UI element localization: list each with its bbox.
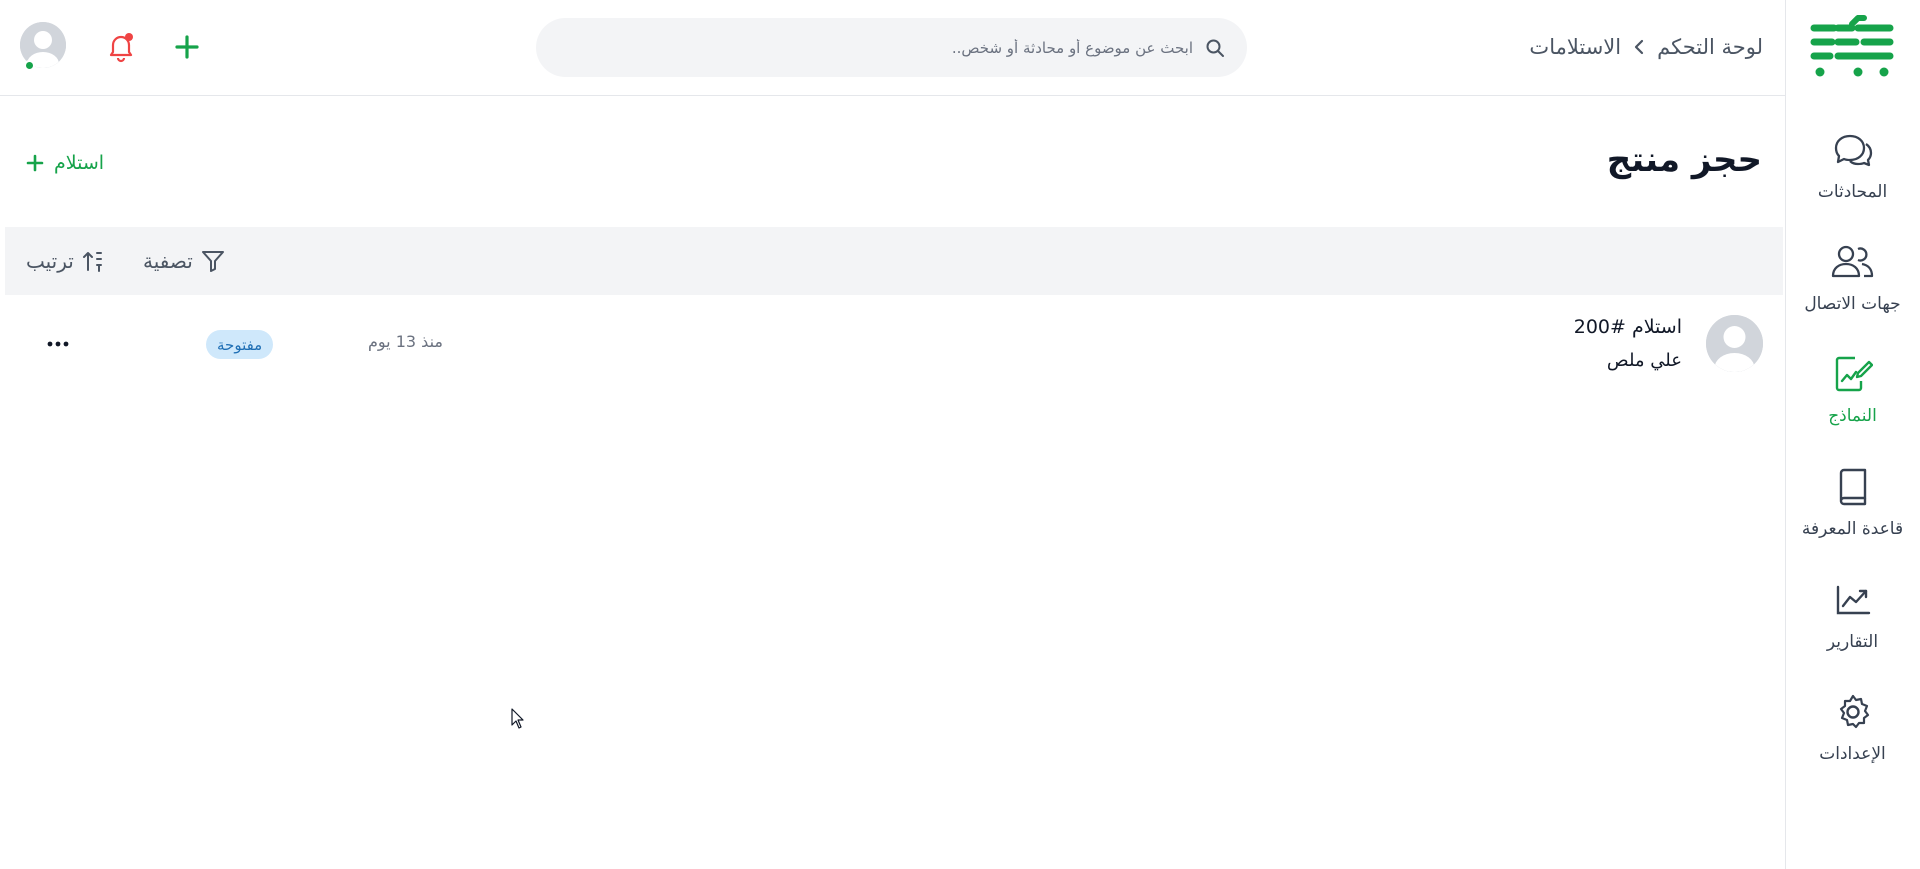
sidebar-item-label: النماذج xyxy=(1828,406,1877,426)
gear-icon xyxy=(1831,690,1875,734)
sidebar-item-knowledge-base[interactable]: قاعدة المعرفة xyxy=(1785,465,1920,565)
plus-icon xyxy=(175,35,199,59)
search-bar xyxy=(536,18,1247,77)
row-title[interactable]: استلام #200 xyxy=(1574,316,1682,338)
sidebar-item-label: الإعدادات xyxy=(1819,744,1886,764)
form-edit-icon xyxy=(1831,352,1875,396)
page-title: حجز منتج xyxy=(1606,140,1762,180)
top-bar: لوحة التحكم الاستلامات xyxy=(0,0,1785,96)
breadcrumb-root[interactable]: لوحة التحكم xyxy=(1657,35,1763,59)
add-button-label: استلام xyxy=(54,152,105,174)
brand-logo[interactable] xyxy=(1806,14,1898,80)
row-timestamp: منذ 13 يوم xyxy=(368,332,443,351)
sidebar-item-contacts[interactable]: جهات الاتصال xyxy=(1785,240,1920,340)
sort-label: ترتيب xyxy=(26,249,74,273)
status-badge: مفتوحة xyxy=(206,330,274,359)
status-badge-label: مفتوحة xyxy=(217,335,263,354)
add-receipt-button[interactable]: استلام xyxy=(26,148,104,178)
chat-bubbles-icon xyxy=(1831,128,1875,172)
sidebar-item-reports[interactable]: التقارير xyxy=(1785,578,1920,678)
more-actions-button[interactable] xyxy=(44,332,72,356)
ellipsis-icon xyxy=(47,341,69,347)
sidebar-item-label: المحادثات xyxy=(1817,182,1888,202)
sort-icon xyxy=(82,250,104,272)
row-subtitle: علي ملص xyxy=(1606,350,1682,371)
contacts-icon xyxy=(1831,240,1875,284)
mouse-cursor-icon xyxy=(511,708,524,729)
avatar xyxy=(1706,315,1763,372)
sidebar-item-label: التقارير xyxy=(1826,632,1879,652)
sidebar-item-conversations[interactable]: المحادثات xyxy=(1785,128,1920,228)
bell-icon xyxy=(109,33,133,63)
avatar-placeholder-icon xyxy=(1706,315,1763,372)
sidebar-item-settings[interactable]: الإعدادات xyxy=(1785,690,1920,790)
book-icon xyxy=(1831,465,1875,509)
notifications-button[interactable] xyxy=(104,30,138,64)
chart-icon xyxy=(1831,578,1875,622)
plus-icon xyxy=(26,154,44,172)
sidebar: المحادثات جهات الاتصال النماذج قاعدة الم… xyxy=(1785,0,1920,869)
filter-icon xyxy=(201,250,225,272)
sort-button[interactable]: ترتيب xyxy=(26,246,104,276)
table-row[interactable]: استلام #200 علي ملص منذ 13 يوم مفتوحة xyxy=(0,305,1785,385)
sidebar-item-label: قاعدة المعرفة xyxy=(1801,519,1904,539)
filter-label: تصفية xyxy=(143,249,193,273)
breadcrumb-current: الاستلامات xyxy=(1529,35,1622,59)
list-toolbar: تصفية ترتيب xyxy=(5,227,1783,295)
breadcrumb: لوحة التحكم الاستلامات xyxy=(1529,30,1763,64)
sidebar-item-forms[interactable]: النماذج xyxy=(1785,352,1920,452)
online-status-dot xyxy=(24,60,35,71)
search-input[interactable] xyxy=(536,38,1193,57)
create-new-button[interactable] xyxy=(172,32,202,62)
chevron-left-icon xyxy=(1633,38,1645,56)
app-root: لوحة التحكم الاستلامات xyxy=(0,0,1920,869)
search-icon xyxy=(1203,36,1227,60)
filter-button[interactable]: تصفية xyxy=(143,246,225,276)
sidebar-item-label: جهات الاتصال xyxy=(1804,294,1901,314)
logo-icon xyxy=(1810,15,1894,77)
